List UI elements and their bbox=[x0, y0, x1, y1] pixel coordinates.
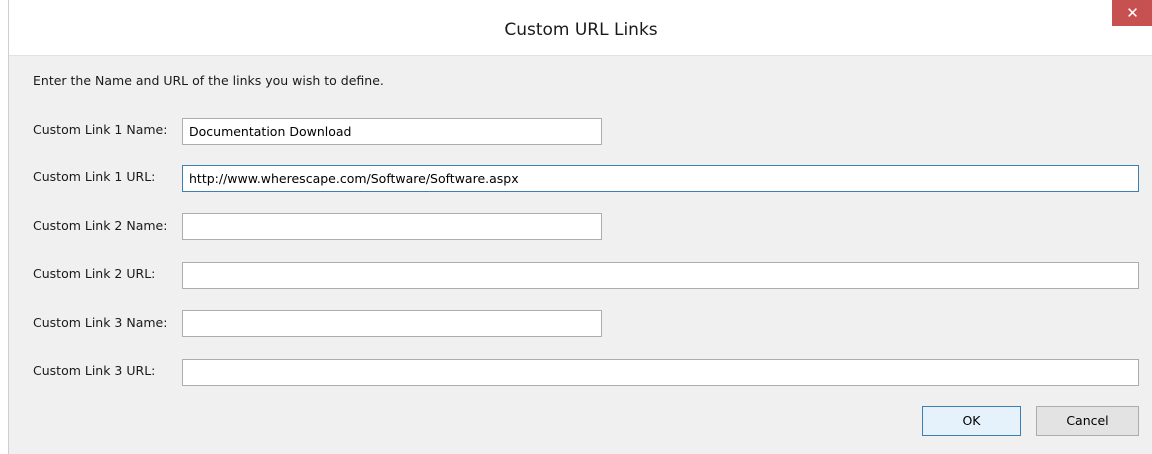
custom-link-1-url-field[interactable] bbox=[182, 165, 1139, 192]
close-icon: ✕ bbox=[1126, 4, 1139, 22]
dialog-body: Enter the Name and URL of the links you … bbox=[9, 56, 1152, 454]
custom-link-1-name-label: Custom Link 1 Name: bbox=[33, 122, 168, 137]
custom-link-1-name-field[interactable] bbox=[182, 118, 602, 145]
instructions-text: Enter the Name and URL of the links you … bbox=[33, 73, 384, 88]
ok-button[interactable]: OK bbox=[922, 406, 1021, 436]
custom-link-2-url-label: Custom Link 2 URL: bbox=[33, 266, 156, 281]
custom-link-3-url-field[interactable] bbox=[182, 359, 1139, 386]
custom-url-links-dialog: Custom URL Links ✕ Enter the Name and UR… bbox=[8, 0, 1152, 454]
cancel-button[interactable]: Cancel bbox=[1036, 406, 1139, 436]
custom-link-3-name-label: Custom Link 3 Name: bbox=[33, 315, 168, 330]
dialog-title: Custom URL Links bbox=[504, 20, 658, 40]
custom-link-2-name-field[interactable] bbox=[182, 213, 602, 240]
custom-link-3-name-field[interactable] bbox=[182, 310, 602, 337]
custom-link-2-url-field[interactable] bbox=[182, 262, 1139, 289]
close-button[interactable]: ✕ bbox=[1112, 0, 1152, 26]
custom-link-1-url-label: Custom Link 1 URL: bbox=[33, 169, 156, 184]
custom-link-2-name-label: Custom Link 2 Name: bbox=[33, 218, 168, 233]
title-bar: Custom URL Links ✕ bbox=[9, 0, 1152, 56]
custom-link-3-url-label: Custom Link 3 URL: bbox=[33, 363, 156, 378]
